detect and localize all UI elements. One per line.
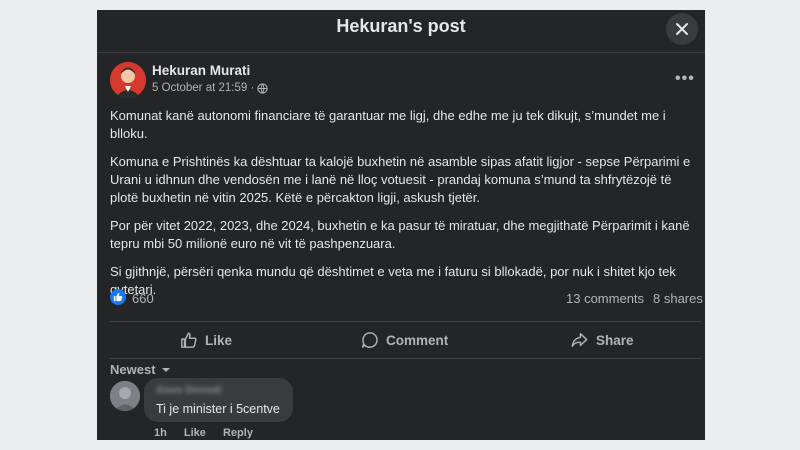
thumbs-up-icon — [181, 332, 197, 348]
commenter-name[interactable]: Sisos Doosali — [156, 385, 222, 396]
more-options-icon: ••• — [675, 70, 695, 87]
like-button[interactable]: Like — [180, 322, 232, 358]
close-button[interactable] — [666, 13, 698, 45]
comments-count[interactable]: 13 comments — [566, 291, 644, 306]
post-actions: Like Comment Share — [110, 321, 702, 359]
chevron-down-icon — [161, 367, 170, 372]
post-timestamp[interactable]: 5 October at 21:59 · — [152, 82, 254, 94]
shares-count[interactable]: 8 shares — [653, 291, 703, 306]
like-label: Like — [205, 332, 233, 348]
comment-label: Comment — [386, 332, 449, 348]
comment-sort-label: Newest — [110, 362, 156, 377]
post-paragraph: Komuna e Prishtinës ka dështuar ta kaloj… — [110, 154, 691, 205]
comment-time[interactable]: 1h — [154, 427, 167, 439]
dialog-title: Hekuran's post — [336, 16, 466, 36]
comment-sort-dropdown[interactable]: Newest — [110, 362, 171, 377]
post-dialog: Hekuran's post Hekuran Murati 5 October … — [97, 10, 705, 440]
author-name[interactable]: Hekuran Murati — [152, 63, 250, 78]
like-count[interactable]: 660 — [132, 291, 154, 306]
close-icon — [676, 23, 688, 35]
comment-like-link[interactable]: Like — [184, 427, 206, 439]
post-meta: 5 October at 21:59 · — [152, 82, 268, 94]
comment-reply-link[interactable]: Reply — [223, 427, 253, 439]
post-body: Komunat kanë autonomi financiare të gara… — [110, 107, 702, 309]
author-avatar[interactable] — [110, 62, 146, 98]
post-stats: 660 13 comments 8 shares — [110, 289, 703, 310]
dialog-header: Hekuran's post — [97, 10, 705, 53]
share-label: Share — [596, 332, 634, 348]
comment-button[interactable]: Comment — [361, 322, 448, 358]
post-paragraph: Komunat kanë autonomi financiare të gara… — [110, 108, 666, 141]
comment-bubble: Sisos Doosali Ti je minister i 5centve — [144, 378, 293, 422]
share-icon — [571, 332, 588, 348]
commenter-avatar[interactable] — [110, 381, 140, 411]
comment-icon — [362, 332, 378, 348]
comment-text: Ti je minister i 5centve — [156, 402, 280, 416]
like-reaction-icon[interactable] — [110, 289, 126, 305]
post-paragraph: Por për vitet 2022, 2023, dhe 2024, buxh… — [110, 218, 690, 251]
globe-icon — [257, 82, 268, 94]
more-options-button[interactable]: ••• — [675, 70, 695, 88]
comment-actions: 1h Like Reply — [154, 427, 267, 439]
share-button[interactable]: Share — [570, 322, 634, 358]
